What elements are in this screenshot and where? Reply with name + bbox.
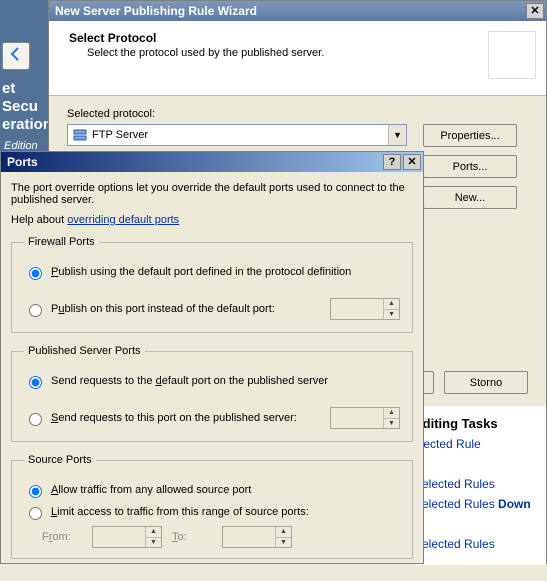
page-title: Select Protocol: [69, 31, 324, 45]
wizard-header: Select Protocol Select the protocol used…: [49, 21, 546, 96]
firewall-port-spinner[interactable]: ▲▼: [330, 298, 400, 320]
published-custom-label[interactable]: Send requests to this port on the publis…: [51, 412, 324, 424]
published-port-input: [331, 408, 383, 428]
ports-help: Help about overriding default ports: [11, 214, 413, 226]
ports-title-text: Ports: [7, 155, 38, 169]
source-to-input: [223, 527, 275, 547]
published-port-spinner[interactable]: ▲▼: [330, 407, 400, 429]
protocol-combobox[interactable]: FTP Server ▼: [67, 124, 407, 146]
spin-down-icon[interactable]: ▼: [383, 419, 399, 429]
cancel-button[interactable]: Storno: [444, 371, 528, 394]
source-any-radio[interactable]: [29, 485, 42, 498]
spin-up-icon[interactable]: ▲: [383, 299, 399, 310]
published-default-radio[interactable]: [29, 376, 42, 389]
task-link-selected-rules-1[interactable]: Selected Rules: [414, 477, 534, 491]
published-custom-radio[interactable]: [29, 413, 42, 426]
properties-button[interactable]: Properties...: [423, 124, 517, 147]
source-to-spinner[interactable]: ▲▼: [222, 526, 292, 548]
wizard-titlebar[interactable]: New Server Publishing Rule Wizard ✕: [49, 1, 546, 21]
ports-dialog: Ports ? ✕ The port override options let …: [0, 151, 424, 564]
help-link-overriding-ports[interactable]: overriding default ports: [67, 214, 179, 226]
spin-up-icon[interactable]: ▲: [383, 408, 399, 419]
firewall-default-radio[interactable]: [29, 267, 42, 280]
firewall-custom-radio[interactable]: [29, 304, 42, 317]
source-ports-legend: Source Ports: [24, 454, 96, 466]
firewall-ports-legend: Firewall Ports: [24, 236, 99, 248]
firewall-default-label[interactable]: PPublish using the default port defined …: [51, 266, 400, 278]
source-from-spinner[interactable]: ▲▼: [92, 526, 162, 548]
spin-up-icon[interactable]: ▲: [275, 527, 291, 538]
protocol-value: FTP Server: [88, 129, 388, 141]
source-ports-group: Source Ports Allow traffic from any allo…: [11, 454, 413, 559]
help-icon[interactable]: ?: [383, 154, 401, 170]
spin-down-icon[interactable]: ▼: [275, 538, 291, 548]
source-any-label[interactable]: Allow traffic from any allowed source po…: [51, 484, 400, 496]
close-icon[interactable]: ✕: [526, 3, 544, 19]
wizard-title-text: New Server Publishing Rule Wizard: [55, 1, 257, 21]
source-from-input: [93, 527, 145, 547]
product-name-fragment: et Secueration: [0, 80, 48, 134]
ports-button[interactable]: Ports...: [423, 155, 517, 178]
new-button[interactable]: New...: [423, 186, 517, 209]
tasks-panel: Editing Tasks elected Rule e Selected Ru…: [414, 416, 534, 557]
firewall-ports-group: Firewall Ports PPublish using the defaul…: [11, 236, 413, 333]
tasks-heading: Editing Tasks: [414, 416, 534, 431]
spin-down-icon[interactable]: ▼: [145, 538, 161, 548]
close-icon[interactable]: ✕: [403, 154, 421, 170]
source-range-radio[interactable]: [29, 507, 42, 520]
spin-down-icon[interactable]: ▼: [383, 310, 399, 320]
ports-intro: The port override options let you overri…: [11, 182, 413, 206]
arrow-left-icon: [8, 46, 24, 67]
server-icon: [72, 127, 88, 143]
published-server-ports-legend: Published Server Ports: [24, 345, 145, 357]
published-server-ports-group: Published Server Ports Send requests to …: [11, 345, 413, 442]
page-subtitle: Select the protocol used by the publishe…: [87, 47, 324, 59]
from-label: From:: [42, 531, 82, 543]
task-link-selected-rule[interactable]: elected Rule: [414, 437, 534, 451]
firewall-port-input: [331, 299, 383, 319]
spin-up-icon[interactable]: ▲: [145, 527, 161, 538]
to-label: To:: [172, 531, 212, 543]
back-button[interactable]: [2, 42, 30, 70]
wizard-banner-icon: [488, 31, 536, 79]
selected-protocol-label: Selected protocol:: [67, 108, 528, 120]
published-default-label[interactable]: Send requests to the default port on the…: [51, 375, 400, 387]
task-link-selected-rules-2[interactable]: Selected Rules: [414, 537, 534, 551]
chevron-down-icon[interactable]: ▼: [388, 125, 406, 145]
ports-titlebar[interactable]: Ports ? ✕: [1, 152, 423, 172]
task-link-move-down[interactable]: Selected Rules Down: [414, 497, 534, 511]
firewall-custom-label[interactable]: Publish on this port instead of the defa…: [51, 303, 324, 315]
source-range-label[interactable]: Limit access to traffic from this range …: [51, 506, 400, 518]
